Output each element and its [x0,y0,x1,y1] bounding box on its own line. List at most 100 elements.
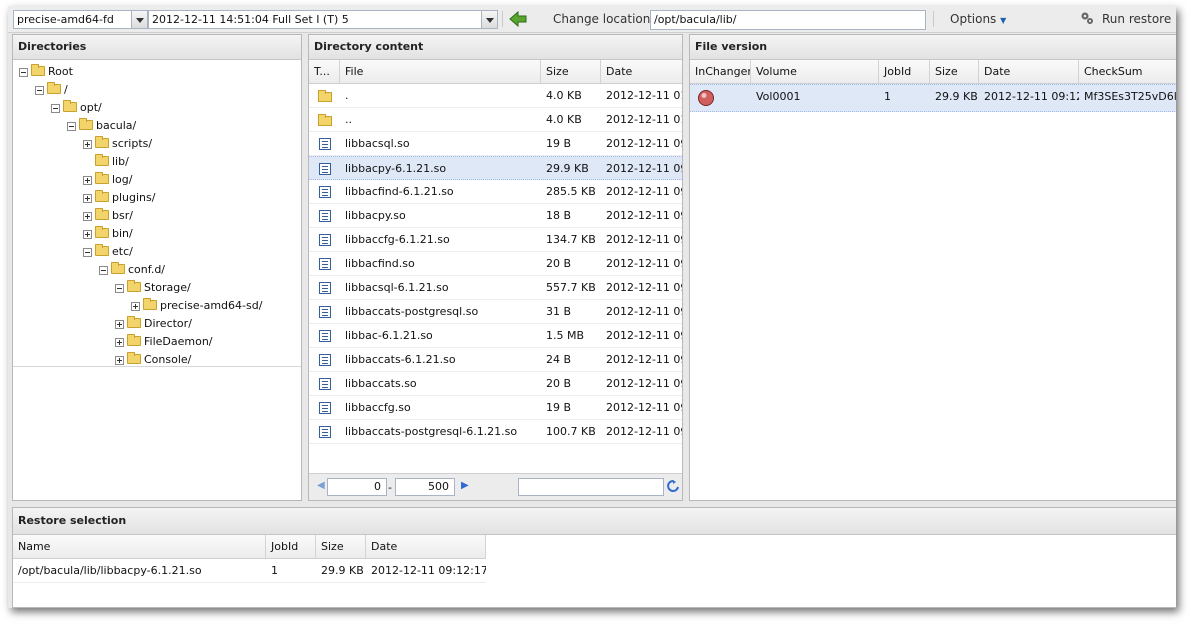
date-cell: 2012-12-11 09:1 [606,425,682,438]
file-row[interactable]: libbacfind.so 20 B 2012-12-11 09:1 [309,252,682,276]
collapse-icon[interactable] [35,86,44,95]
collapse-icon[interactable] [51,104,60,113]
expand-icon[interactable] [115,320,124,329]
back-button[interactable] [508,9,530,29]
size-cell: 134.7 KB [546,233,596,246]
file-row[interactable]: libbaccats-6.1.21.so 24 B 2012-12-11 09:1 [309,348,682,372]
col-type[interactable]: T... [309,60,340,83]
options-menu[interactable]: Options ▼ [950,12,1006,26]
col-date[interactable]: Date [601,60,682,83]
file-icon [319,282,331,294]
expand-icon[interactable] [83,176,92,185]
collapse-icon[interactable] [115,284,124,293]
size-cell: 20 B [546,257,572,270]
page-to-input[interactable]: 500 [395,478,455,496]
size-cell: 29.9 KB [546,162,589,175]
size-cell: 29.9 KB [321,564,364,577]
file-icon [319,426,331,438]
file-row[interactable]: libbac-6.1.21.so 1.5 MB 2012-12-11 09:1 [309,324,682,348]
collapse-icon[interactable] [99,266,108,275]
folder-icon [95,244,109,256]
file-cell: .. [345,113,352,126]
chevron-down-icon[interactable] [481,11,497,28]
directories-panel: Directories Root / opt/bacula/scripts/lib/… [12,34,302,501]
col-jobid[interactable]: JobId [266,535,316,558]
file-row[interactable]: . 4.0 KB 2012-12-11 01:1 [309,84,682,108]
file-row[interactable]: libbaccfg.so 19 B 2012-12-11 09:1 [309,396,682,420]
size-cell: 557.7 KB [546,281,596,294]
tree-node-label: bacula/ [96,119,137,132]
chevron-down-icon[interactable] [131,11,147,28]
expand-icon[interactable] [131,302,140,311]
file-row[interactable]: libbaccats.so 20 B 2012-12-11 09:1 [309,372,682,396]
col-size[interactable]: Size [316,535,366,558]
file-icon [319,163,331,175]
size-cell: 100.7 KB [546,425,596,438]
prev-page-icon[interactable]: ◀ [317,480,325,491]
file-row[interactable]: libbaccats-postgresql-6.1.21.so 100.7 KB 2… [309,420,682,444]
file-row[interactable]: libbaccats-postgresql.so 31 B 2012-12-11 0… [309,300,682,324]
restore-selection-row[interactable]: /opt/bacula/lib/libbacpy-6.1.21.so 1 29.… [13,559,486,583]
file-cell: libbacfind-6.1.21.so [345,185,454,198]
tree-node-label: Console/ [144,353,192,366]
file-icon [319,306,331,318]
change-location-label: Change location [553,12,651,26]
location-input[interactable]: /opt/bacula/lib/ [650,10,926,30]
filter-input[interactable] [518,478,664,496]
pager-toolbar: ◀ 0 - 500 ▶ [309,473,682,500]
file-row[interactable]: libbacsql-6.1.21.so 557.7 KB 2012-12-11 09… [309,276,682,300]
file-row[interactable]: libbacfind-6.1.21.so 285.5 KB 2012-12-11 0… [309,180,682,204]
restore-selection-header: Name JobId Size Date [13,535,486,559]
expand-icon[interactable] [83,230,92,239]
col-file[interactable]: File [340,60,541,83]
date-cell: 2012-12-11 09:12:17 [371,564,486,577]
file-row[interactable]: .. 4.0 KB 2012-12-11 01:1 [309,108,682,132]
expand-icon[interactable] [115,356,124,365]
folder-icon [127,334,141,346]
col-inchanger[interactable]: InChanger [690,60,751,83]
size-cell: 18 B [546,209,572,222]
run-restore-button[interactable]: Run restore [1080,9,1175,29]
file-row[interactable]: libbacpy-6.1.21.so 29.9 KB 2012-12-11 09:1 [309,156,682,180]
tree-node-label: Director/ [144,317,192,330]
col-volume[interactable]: Volume [751,60,879,83]
collapse-icon[interactable] [83,248,92,257]
size-cell: 19 B [546,401,572,414]
refresh-icon[interactable] [667,480,679,494]
file-version-title: File version [690,35,1176,60]
file-icon [319,234,331,246]
file-row[interactable]: libbacpy.so 18 B 2012-12-11 09:1 [309,204,682,228]
toolbar-separator [933,11,934,27]
file-row[interactable]: libbaccfg-6.1.21.so 134.7 KB 2012-12-11 09… [309,228,682,252]
col-checksum[interactable]: CheckSum [1079,60,1176,83]
col-name[interactable]: Name [13,535,266,558]
client-select[interactable]: precise-amd64-fd [13,10,148,29]
file-cell: libbacpy.so [345,209,406,222]
file-icon [319,210,331,222]
col-size[interactable]: Size [930,60,979,83]
folder-icon [127,280,141,292]
folder-icon [111,262,125,274]
folder-icon [79,118,93,130]
file-cell: libbacpy-6.1.21.so [345,162,447,175]
job-select[interactable]: 2012-12-11 14:51:04 Full Set I (T) 5 [148,10,498,29]
size-cell: 20 B [546,377,572,390]
expand-icon[interactable] [83,212,92,221]
toolbar-separator [502,11,503,27]
expand-icon[interactable] [83,140,92,149]
col-jobid[interactable]: JobId [879,60,930,83]
tree-node-label: / [64,83,68,96]
expand-icon[interactable] [83,194,92,203]
col-size[interactable]: Size [541,60,601,83]
expand-icon[interactable] [115,338,124,347]
col-date[interactable]: Date [366,535,486,558]
date-cell: 2012-12-11 09:1 [606,305,682,318]
next-page-icon[interactable]: ▶ [461,480,469,491]
file-version-row[interactable]: Vol0001 1 29.9 KB 2012-12-11 09:12 Mf3SE… [690,84,1176,112]
col-date[interactable]: Date [979,60,1079,83]
collapse-icon[interactable] [19,68,28,77]
file-row[interactable]: libbacsql.so 19 B 2012-12-11 09:1 [309,132,682,156]
tree-node-label: scripts/ [112,137,153,150]
collapse-icon[interactable] [67,122,76,131]
page-from-input[interactable]: 0 [327,478,387,496]
